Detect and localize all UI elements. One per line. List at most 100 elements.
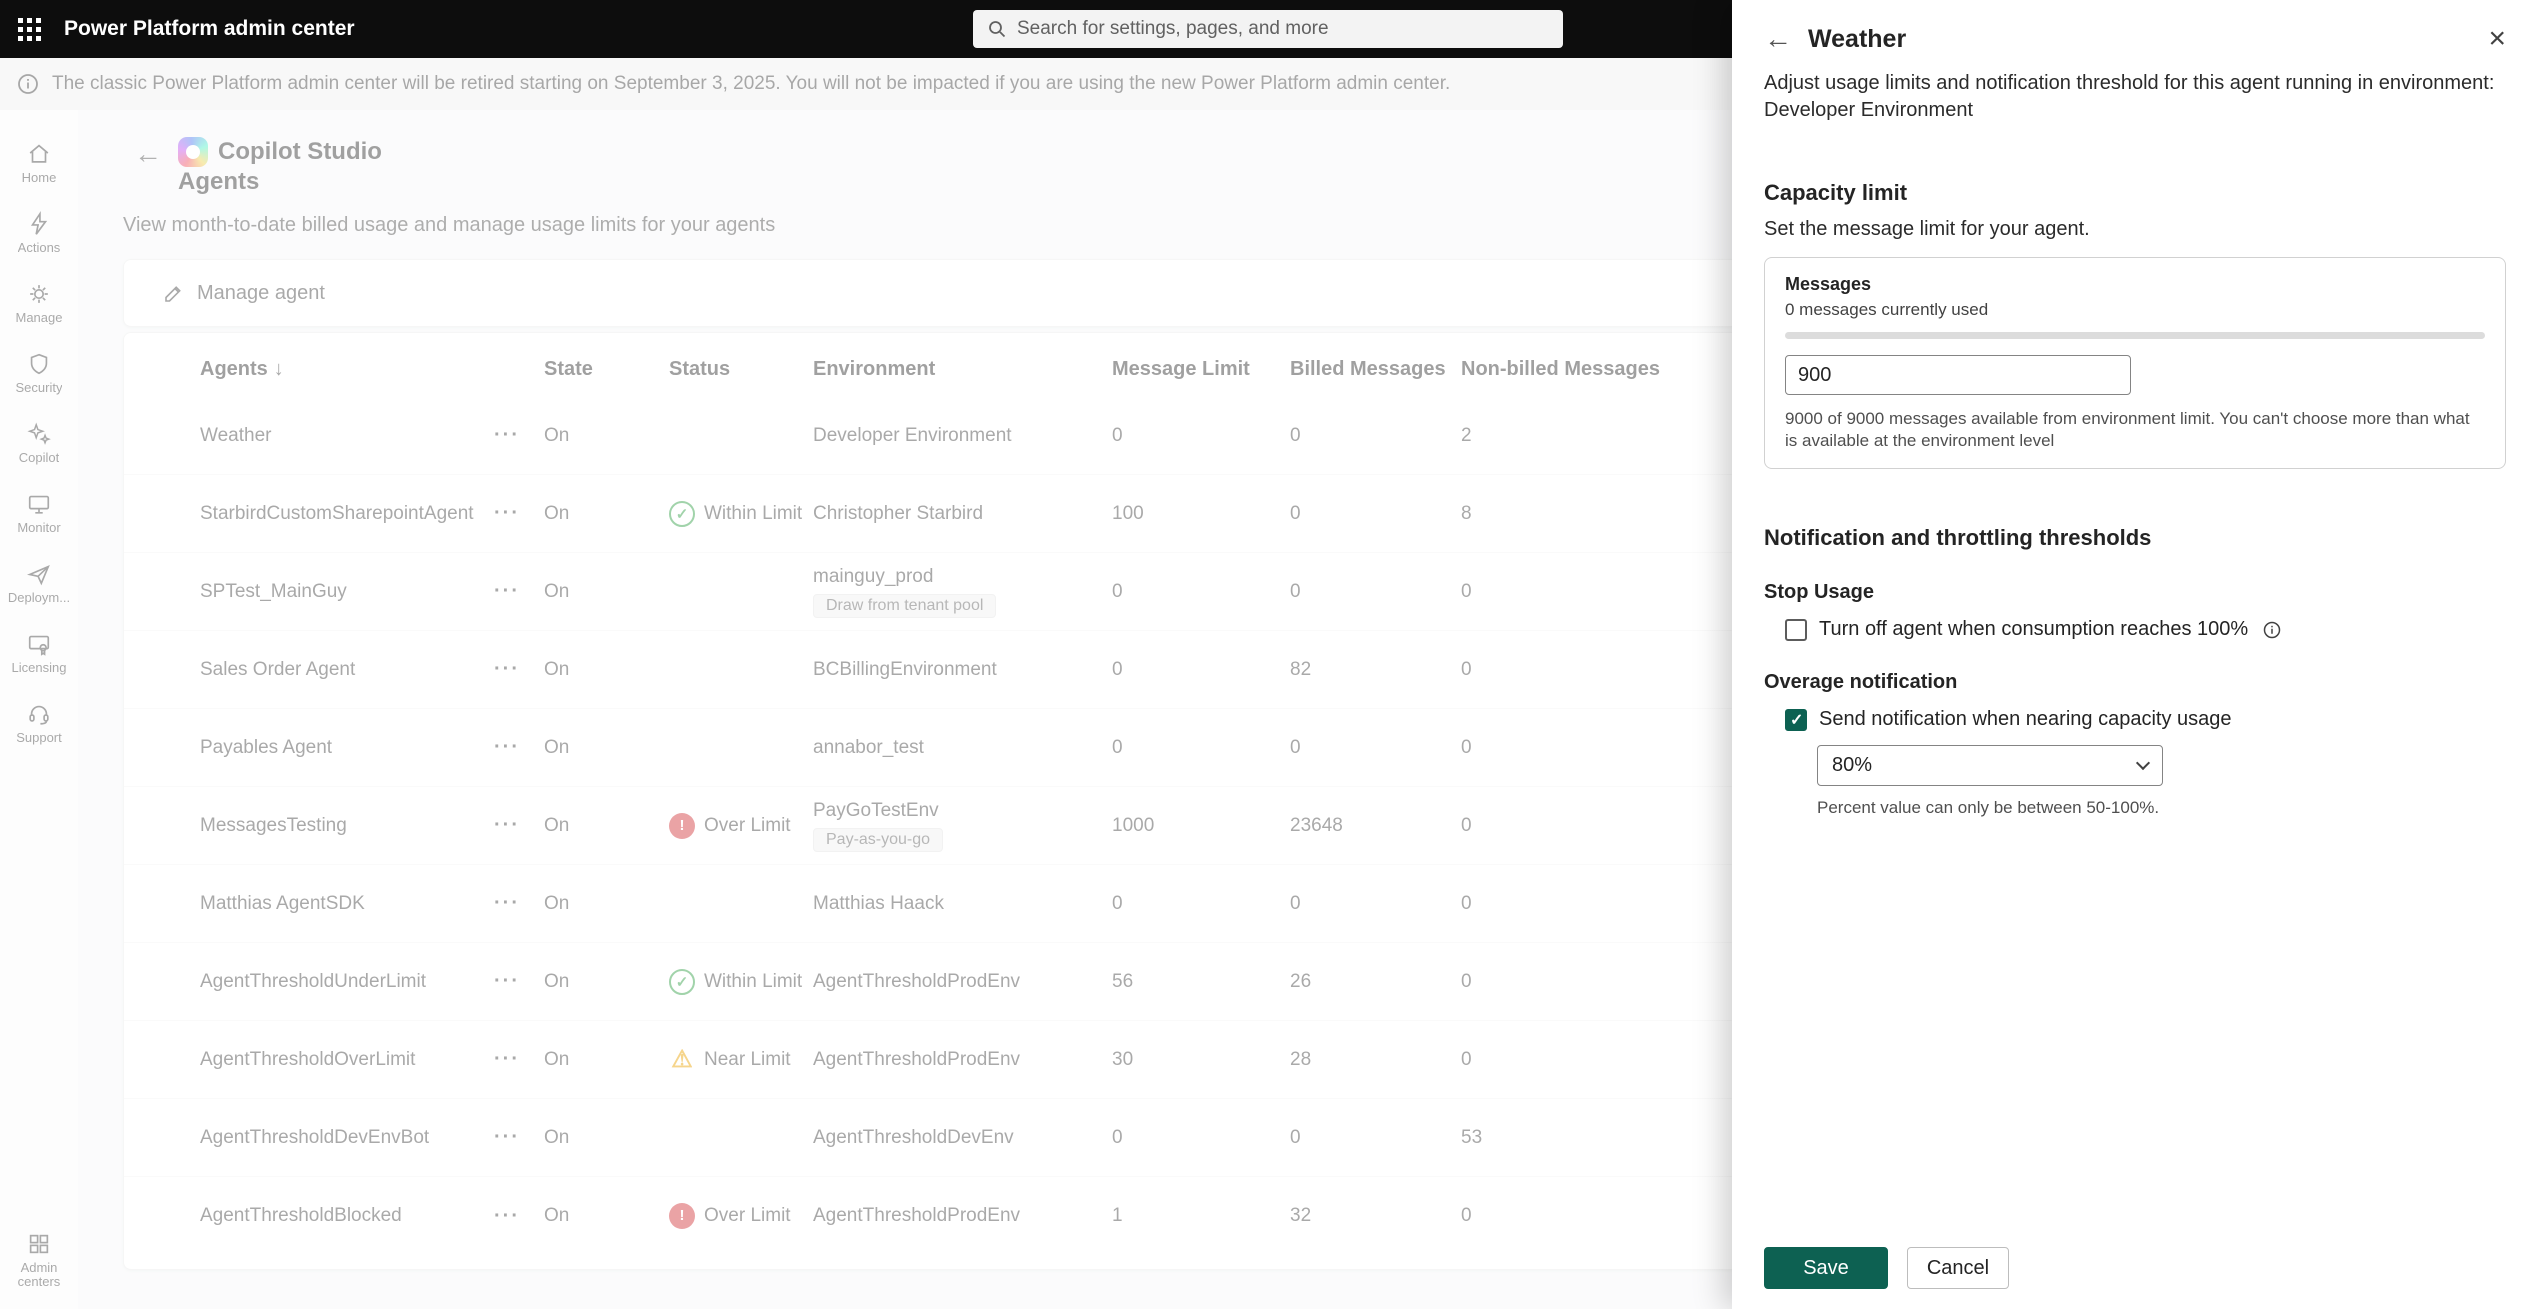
row-more-button[interactable]: ··· (494, 970, 544, 993)
message-limit-value: 0 (1112, 893, 1290, 915)
banner-text: The classic Power Platform admin center … (52, 73, 1450, 95)
billed-messages-value: 0 (1290, 737, 1461, 759)
agent-state: On (544, 971, 669, 993)
percent-threshold-dropdown[interactable]: 80% (1817, 745, 2163, 786)
sidebar-item-label: Admin centers (3, 1261, 75, 1289)
manage-agent-button[interactable]: Manage agent (163, 282, 325, 305)
app-launcher-button[interactable] (0, 0, 58, 58)
sidebar-item-home[interactable]: Home (0, 128, 78, 198)
stop-usage-checkbox[interactable] (1785, 619, 1807, 641)
status-label: Within Limit (704, 503, 802, 525)
agent-state: On (544, 659, 669, 681)
back-button[interactable]: ← (134, 137, 162, 197)
cancel-button[interactable]: Cancel (1907, 1247, 2009, 1289)
row-more-button[interactable]: ··· (494, 1205, 544, 1228)
agent-state: On (544, 1205, 669, 1227)
message-limit-value: 0 (1112, 581, 1290, 603)
agent-state: On (544, 1049, 669, 1071)
agent-name: Weather (200, 425, 494, 447)
limit-helper-text: 9000 of 9000 messages available from env… (1785, 408, 2485, 452)
column-header-agents[interactable]: Agents↓ (200, 358, 494, 381)
column-header-status[interactable]: Status (669, 358, 813, 381)
grid-icon (26, 1231, 52, 1257)
environment-cell: mainguy_prod Draw from tenant pool (813, 566, 1112, 618)
row-more-button[interactable]: ··· (494, 580, 544, 603)
page-title-line1: Copilot Studio (218, 137, 382, 167)
row-more-button[interactable]: ··· (494, 1126, 544, 1149)
row-more-button[interactable]: ··· (494, 658, 544, 681)
sidebar-item-support[interactable]: Support (0, 688, 78, 758)
agent-name: Sales Order Agent (200, 659, 494, 681)
sidebar-item-admin-centers[interactable]: Admin centers (0, 1225, 78, 1295)
billed-messages-value: 23648 (1290, 815, 1461, 837)
message-limit-value: 0 (1112, 1127, 1290, 1149)
row-more-button[interactable]: ··· (494, 736, 544, 759)
agent-name: StarbirdCustomSharepointAgent (200, 503, 494, 525)
environment-cell: PayGoTestEnv Pay-as-you-go (813, 800, 1112, 852)
status-icon (669, 501, 695, 527)
manage-agent-label: Manage agent (197, 282, 325, 305)
column-header-message-limit[interactable]: Message Limit (1112, 358, 1290, 381)
billed-messages-value: 0 (1290, 581, 1461, 603)
row-more-button[interactable]: ··· (494, 892, 544, 915)
environment-cell: AgentThresholdProdEnv (813, 1049, 1112, 1071)
status-icon (669, 1047, 695, 1073)
panel-footer: Save Cancel (1764, 1247, 2506, 1289)
row-more-button[interactable]: ··· (494, 814, 544, 837)
sidebar-item-actions[interactable]: Actions (0, 198, 78, 268)
sidebar-item-copilot[interactable]: Copilot (0, 408, 78, 478)
sidebar-item-label: Support (16, 731, 62, 745)
sidebar-item-security[interactable]: Security (0, 338, 78, 408)
column-header-billed[interactable]: Billed Messages (1290, 358, 1461, 381)
environment-cell: AgentThresholdDevEnv (813, 1127, 1112, 1149)
overage-notification-checkbox[interactable] (1785, 709, 1807, 731)
row-more-button[interactable]: ··· (494, 502, 544, 525)
chevron-down-icon (2136, 756, 2150, 770)
sidebar-item-label: Licensing (12, 661, 67, 675)
capacity-limit-heading: Capacity limit (1764, 180, 2506, 206)
search-placeholder: Search for settings, pages, and more (1017, 18, 1329, 40)
row-more-button[interactable]: ··· (494, 424, 544, 447)
info-icon (16, 72, 40, 96)
global-search-input[interactable]: Search for settings, pages, and more (973, 10, 1563, 48)
agent-name: AgentThresholdOverLimit (200, 1049, 494, 1071)
certificate-icon (26, 631, 52, 657)
status-label: Over Limit (704, 1205, 791, 1227)
panel-title: Weather (1808, 25, 1906, 54)
environment-name: Developer Environment (813, 425, 1012, 447)
panel-back-button[interactable]: ← (1764, 22, 1792, 56)
message-limit-value: 1 (1112, 1205, 1290, 1227)
row-more-button[interactable]: ··· (494, 1048, 544, 1071)
stop-usage-heading: Stop Usage (1764, 581, 2506, 604)
sidebar-item-label: Home (22, 171, 57, 185)
message-limit-input[interactable] (1785, 355, 2131, 395)
billed-messages-value: 26 (1290, 971, 1461, 993)
billed-messages-value: 0 (1290, 503, 1461, 525)
agent-state: On (544, 425, 669, 447)
overage-notification-heading: Overage notification (1764, 671, 2506, 694)
monitor-icon (26, 491, 52, 517)
column-header-state[interactable]: State (544, 358, 669, 381)
column-header-environment[interactable]: Environment (813, 358, 1112, 381)
status-label: Near Limit (704, 1049, 791, 1071)
panel-description: Adjust usage limits and notification thr… (1764, 70, 2506, 124)
panel-header: ← Weather × (1764, 0, 2506, 56)
sidebar-item-licensing[interactable]: Licensing (0, 618, 78, 688)
sidebar-item-label: Security (16, 381, 63, 395)
sidebar-item-deployment[interactable]: Deploym... (0, 548, 78, 618)
info-tooltip-icon[interactable] (2262, 620, 2282, 640)
stop-usage-row: Turn off agent when consumption reaches … (1785, 618, 2506, 641)
environment-cell: AgentThresholdProdEnv (813, 971, 1112, 993)
environment-name: mainguy_prod (813, 566, 933, 588)
sidebar-item-manage[interactable]: Manage (0, 268, 78, 338)
messages-card-title: Messages (1785, 274, 2485, 295)
environment-cell: AgentThresholdProdEnv (813, 1205, 1112, 1227)
percent-helper-text: Percent value can only be between 50-100… (1817, 798, 2506, 818)
save-button[interactable]: Save (1764, 1247, 1888, 1289)
agent-state: On (544, 737, 669, 759)
close-icon[interactable]: × (2488, 24, 2506, 54)
agent-name: Matthias AgentSDK (200, 893, 494, 915)
status-cell: Near Limit (669, 1047, 813, 1073)
sidebar-item-monitor[interactable]: Monitor (0, 478, 78, 548)
page-subtitle: View month-to-date billed usage and mana… (123, 214, 775, 237)
